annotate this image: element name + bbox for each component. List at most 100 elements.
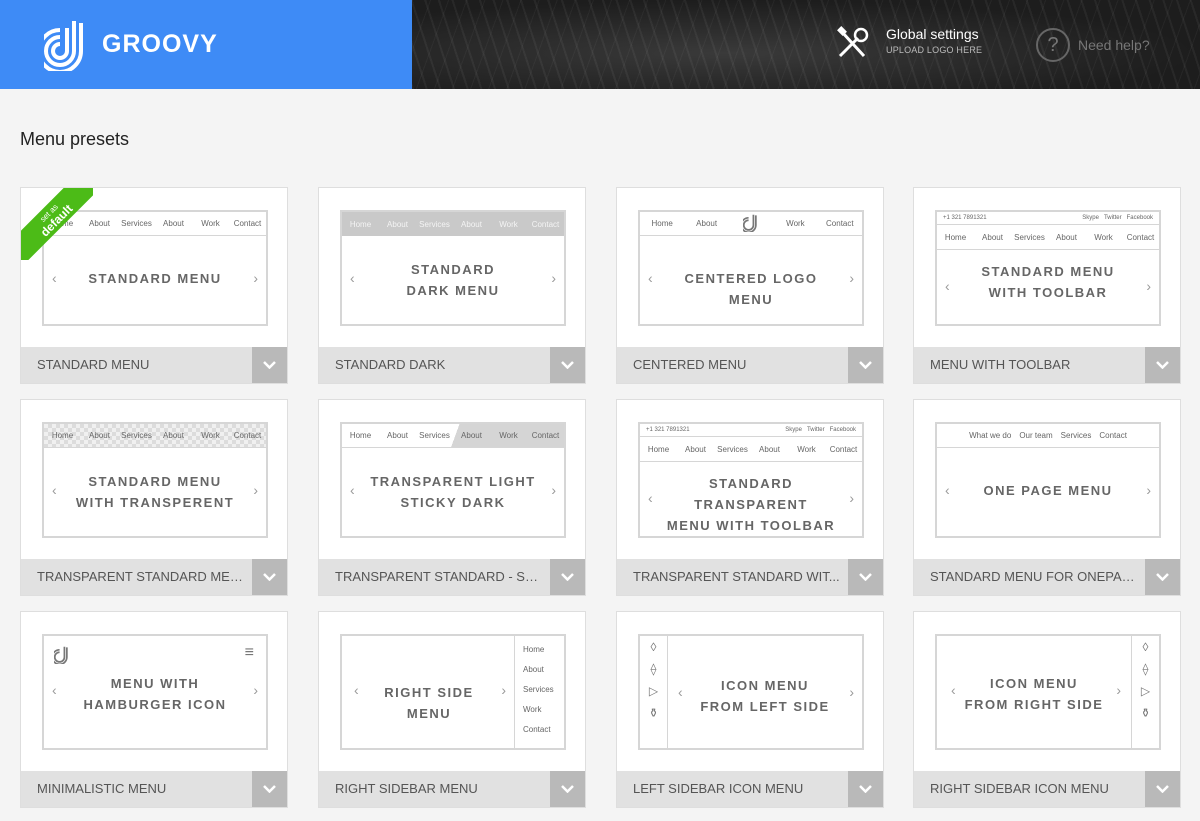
dropdown-button[interactable] <box>252 347 287 383</box>
preview-nav: Home About Work Contact <box>640 212 862 236</box>
chevron-right-icon: › <box>1146 278 1151 294</box>
chevron-left-icon: ‹ <box>945 482 950 498</box>
toolbar-link: Facebook <box>829 427 856 433</box>
card-footer: CENTERED MENU <box>617 347 883 383</box>
dropdown-button[interactable] <box>550 771 585 807</box>
chevron-down-icon <box>561 785 574 793</box>
preset-name: TRANSPARENT STANDARD MENU <box>37 569 247 584</box>
nav-item: About <box>163 219 184 228</box>
nav-item: About <box>461 219 482 229</box>
nav-item: Home <box>523 645 545 654</box>
chevron-right-icon: › <box>253 682 258 698</box>
preset-name: STANDARD MENU <box>37 357 150 372</box>
help-link[interactable]: ? Need help? <box>1036 28 1150 62</box>
chevron-right-icon: › <box>501 682 506 698</box>
chevron-down-icon <box>1156 361 1169 369</box>
toolbar-link: Skype <box>785 427 802 433</box>
nav-item: About <box>387 431 408 440</box>
tools-icon <box>837 26 869 58</box>
toolbar-link: Facebook <box>1126 215 1153 221</box>
dropdown-button[interactable] <box>550 559 585 595</box>
preset-preview: Home About Services About Work Contact ‹… <box>340 210 566 326</box>
nav-item: Services <box>419 431 450 440</box>
preset-preview: +1 321 7891321 Skype Twitter Facebook Home… <box>935 210 1161 326</box>
question-icon: ? <box>1036 28 1070 62</box>
preset-card-transparent-standard[interactable]: Home About Services About Work Contact ‹… <box>20 399 288 596</box>
dropdown-button[interactable] <box>252 559 287 595</box>
upload-logo-link[interactable]: UPLOAD LOGO HERE <box>886 45 982 55</box>
chevron-right-icon: › <box>849 684 854 700</box>
drop-icon: ◊ <box>1142 640 1149 654</box>
dropdown-button[interactable] <box>550 347 585 383</box>
chevron-left-icon: ‹ <box>648 270 653 286</box>
dropdown-button[interactable] <box>848 559 883 595</box>
dropdown-button[interactable] <box>848 771 883 807</box>
preview-icon-bar: ◊ ⟠ ▷ ⚱ <box>640 636 668 748</box>
preset-name: TRANSPARENT STANDARD - STI... <box>335 569 545 584</box>
preset-card-minimalistic[interactable]: ≡ ‹ MENU WITH HAMBURGER ICON › MINIMALIST… <box>20 611 288 808</box>
preset-card-transparent-toolbar[interactable]: +1 321 7891321 Skype Twitter Facebook Home… <box>616 399 884 596</box>
dropdown-button[interactable] <box>1145 347 1180 383</box>
chevron-right-icon: › <box>1116 682 1121 698</box>
preset-card-one-page[interactable]: What we do Our team Services Contact ‹ O… <box>913 399 1181 596</box>
preset-name: CENTERED MENU <box>633 357 747 372</box>
toolbar-phone: +1 321 7891321 <box>646 427 690 433</box>
preview-title: STANDARD DARK MENU <box>406 262 500 298</box>
card-footer: STANDARD MENU <box>21 347 287 383</box>
bag-icon: ⚱ <box>1140 706 1151 720</box>
card-footer: STANDARD MENU FOR ONEPAG... <box>914 559 1180 595</box>
dropdown-button[interactable] <box>848 347 883 383</box>
preset-card-menu-with-toolbar[interactable]: +1 321 7891321 Skype Twitter Facebook Home… <box>913 187 1181 384</box>
centered-logo-icon <box>729 214 773 234</box>
preset-card-centered-menu[interactable]: Home About Work Contact ‹ CENTERED LOGO … <box>616 187 884 384</box>
chevron-left-icon: ‹ <box>52 270 57 286</box>
drop-icon: ◊ <box>650 640 657 654</box>
toolbar-link: Twitter <box>806 427 825 433</box>
nav-item: Work <box>797 445 816 454</box>
chevron-down-icon <box>263 573 276 581</box>
nav-item: Home <box>51 431 74 440</box>
dropdown-button[interactable] <box>1145 771 1180 807</box>
preset-card-left-sidebar-icon[interactable]: ◊ ⟠ ▷ ⚱ ‹ ICON MENU FROM LEFT SIDE › LEFT… <box>616 611 884 808</box>
preset-card-right-sidebar[interactable]: ‹ RIGHT SIDE MENU › Home About Services … <box>318 611 586 808</box>
chevron-left-icon: ‹ <box>678 684 683 700</box>
preset-name: TRANSPARENT STANDARD WIT... <box>633 569 840 584</box>
global-settings-link[interactable]: Global settings UPLOAD LOGO HERE <box>836 26 982 62</box>
nav-item: Work <box>786 219 805 228</box>
chevron-down-icon <box>263 785 276 793</box>
preset-preview: ‹ RIGHT SIDE MENU › Home About Services … <box>340 634 566 750</box>
preview-nav: Home About Services About Work Contact <box>44 424 266 448</box>
preset-card-standard-menu[interactable]: Home About Services About Work Contact ‹… <box>20 187 288 384</box>
nav-item: Home <box>647 445 670 454</box>
card-footer: TRANSPARENT STANDARD - STI... <box>319 559 585 595</box>
nav-item: Contact <box>233 431 262 440</box>
ribbon-line2: default <box>37 201 76 240</box>
nav-item: About <box>523 665 544 674</box>
preset-card-right-sidebar-icon[interactable]: ‹ ICON MENU FROM RIGHT SIDE › ◊ ⟠ ▷ ⚱ RIG… <box>913 611 1181 808</box>
chevron-left-icon: ‹ <box>52 682 57 698</box>
preset-card-transparent-sticky[interactable]: Home About Services About Work Contact ‹… <box>318 399 586 596</box>
preset-name: RIGHT SIDEBAR MENU <box>335 781 478 796</box>
preview-title: ONE PAGE MENU <box>983 483 1113 498</box>
chevron-left-icon: ‹ <box>354 682 359 698</box>
nav-item: Contact <box>1126 233 1155 242</box>
dropdown-button[interactable] <box>1145 559 1180 595</box>
nav-item: Work <box>499 219 518 229</box>
dropdown-button[interactable] <box>252 771 287 807</box>
nav-item: About <box>163 431 184 440</box>
nav-item: Services <box>717 445 748 454</box>
preview-title: MENU WITH HAMBURGER ICON <box>83 676 227 712</box>
chevron-right-icon: › <box>1146 482 1151 498</box>
chevron-right-icon: › <box>253 482 258 498</box>
preview-title: STANDARD TRANSPARENT MENU WITH TOOLBAR <box>666 476 836 533</box>
preview-title: TRANSPARENT LIGHT STICKY DARK <box>370 474 536 510</box>
preview-title: STANDARD MENU WITH TOOLBAR <box>981 264 1115 300</box>
chevron-down-icon <box>1156 573 1169 581</box>
nav-item: Services <box>121 219 152 228</box>
preview-nav: Home About Services About Work Contact <box>342 212 564 236</box>
nav-item: About <box>685 445 706 454</box>
default-ribbon[interactable]: set as default <box>21 188 93 260</box>
chevron-right-icon: › <box>253 270 258 286</box>
preset-card-standard-dark[interactable]: Home About Services About Work Contact ‹… <box>318 187 586 384</box>
chevron-down-icon <box>859 361 872 369</box>
